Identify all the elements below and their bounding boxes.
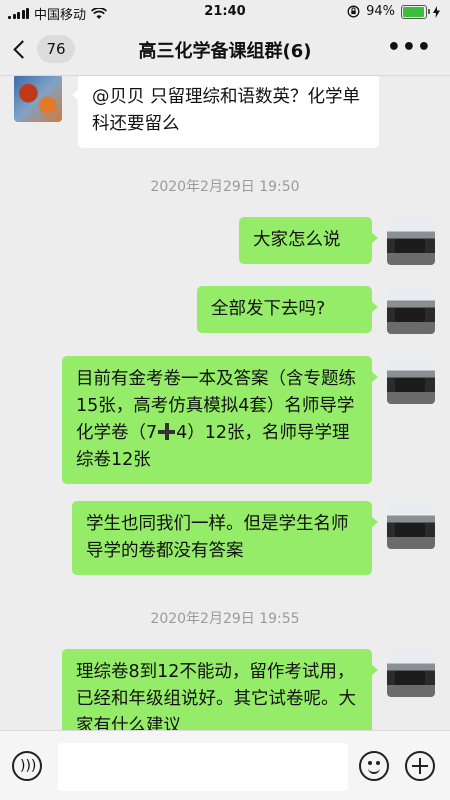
message-text: 大家怎么说	[253, 230, 341, 250]
avatar[interactable]	[387, 356, 435, 404]
charging-icon	[433, 5, 440, 18]
battery-percent: 94%	[366, 4, 395, 19]
voice-icon: )))	[20, 758, 37, 774]
rotation-lock-icon	[347, 5, 360, 18]
avatar[interactable]	[387, 286, 435, 334]
chat-title: 高三化学备课组群(6)	[138, 41, 312, 62]
message-input[interactable]	[58, 743, 348, 791]
chat-header: 76 高三化学备课组群(6) •••	[0, 24, 450, 76]
message-bubble-outgoing[interactable]: 理综卷8到12不能动，留作考试用，已经和年级组说好。其它试卷呢。大家有什么建议	[62, 649, 378, 730]
voice-button[interactable]: )))	[12, 751, 42, 781]
status-right: 94%	[347, 4, 440, 19]
message-text: 全部发下去吗?	[211, 299, 326, 319]
message-text: 理综卷8到12不能动，留作考试用，已经和年级组说好。其它试卷呢。大家有什么建议	[76, 662, 356, 730]
message-bubble-outgoing[interactable]: 目前有金考卷一本及答案（含专题练15张，高考仿真模拟4套）名师导学化学卷（7 4）…	[62, 356, 378, 484]
message-text: @贝贝 只留理综和语数英？化学单科还要留么	[92, 87, 361, 134]
timestamp: 2020年2月29日 19:50	[150, 179, 300, 195]
timestamp: 2020年2月29日 19:55	[150, 611, 300, 627]
message-text: 学生也同我们一样。但是学生名师导学的卷都没有答案	[86, 514, 349, 561]
message-bubble-outgoing[interactable]: 全部发下去吗?	[197, 286, 378, 333]
input-bar: )))	[0, 730, 450, 800]
message-bubble-incoming[interactable]: @贝贝 只留理综和语数英？化学单科还要留么	[72, 76, 379, 148]
avatar[interactable]	[14, 76, 62, 122]
plus-emoji-icon	[158, 423, 176, 440]
emoji-icon	[368, 765, 380, 774]
more-button[interactable]: •••	[387, 37, 432, 59]
avatar[interactable]	[387, 649, 435, 697]
battery-icon	[401, 4, 430, 19]
message-bubble-outgoing[interactable]: 学生也同我们一样。但是学生名师导学的卷都没有答案	[72, 501, 378, 575]
message-bubble-outgoing[interactable]: 大家怎么说	[239, 217, 378, 264]
emoji-button[interactable]	[359, 751, 389, 781]
avatar[interactable]	[387, 501, 435, 549]
message-list[interactable]: @贝贝 只留理综和语数英？化学单科还要留么 2020年2月29日 19:50 大…	[0, 76, 450, 730]
status-bar: 中国移动 21:40 94%	[0, 0, 450, 24]
add-button[interactable]	[405, 751, 435, 781]
avatar[interactable]	[387, 217, 435, 265]
